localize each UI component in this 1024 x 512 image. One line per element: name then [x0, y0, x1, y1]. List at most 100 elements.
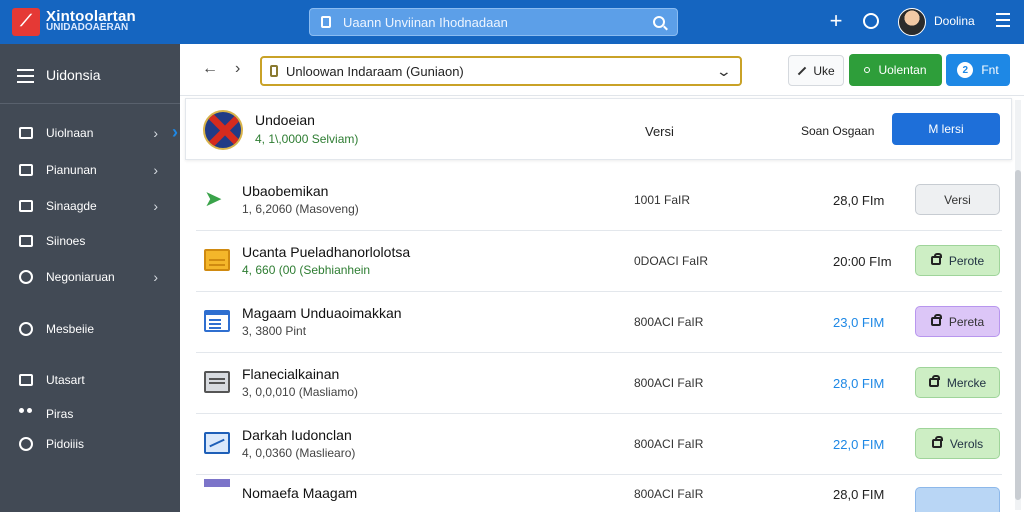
item-name: Ucanta Pueladhanorlolotsa — [242, 244, 411, 260]
scrollbar-thumb[interactable] — [1015, 170, 1021, 500]
card-icon — [19, 127, 33, 139]
item-price: 20:00 FIm — [833, 254, 892, 269]
sidebar-item-negoniaruan[interactable]: Negoniaruan › — [0, 263, 180, 291]
selected-item-header[interactable]: Undoeian 4, 1\,0000 Selviam) Versi Soan … — [185, 98, 1012, 160]
sidebar-item-label: Piras — [46, 407, 74, 421]
brand-subtitle: UNIDADOAERAN — [46, 22, 129, 33]
sidebar-item-label: Pianunan — [46, 163, 97, 177]
sidebar-title: Uidonsia — [46, 67, 101, 83]
list-item[interactable]: Magaam Unduaoimakkan 3, 3800 Pint 800ACI… — [196, 292, 1002, 353]
item-price: 22,0 FIM — [833, 437, 885, 452]
app-window: ⟋ Xintoolartan UNIDADOAERAN Uaann Unviin… — [0, 0, 1024, 512]
row-action-label: Versi — [944, 192, 971, 207]
sidebar-header: Uidonsia — [0, 44, 180, 104]
toolbar: ← › Unloowan Indaraam (Guniaon) ⌄ Uke Uo… — [180, 44, 1024, 96]
lock-icon — [321, 16, 331, 28]
search-bar[interactable]: Uaann Unviinan Ihodnadaan — [309, 8, 678, 36]
shop-icon — [19, 235, 33, 247]
chevron-right-icon: › — [153, 125, 158, 141]
item-sub: 1, 6,2060 (Masoveng) — [242, 202, 359, 216]
search-text[interactable]: Uaann Unviinan Ihodnadaan — [343, 15, 653, 30]
hamburger-icon[interactable] — [17, 69, 34, 87]
item-price: 28,0 FIM — [833, 376, 885, 391]
item-name: Nomaefa Maagam — [242, 485, 358, 501]
cash-icon — [204, 371, 230, 393]
globe-icon — [19, 270, 33, 284]
item-sub: 3, 3800 Pint — [242, 324, 307, 338]
version-label: Versi — [645, 124, 674, 139]
chevron-right-icon: › — [153, 198, 158, 214]
item-name: Darkah Iudonclan — [242, 427, 352, 443]
sidebar: Uidonsia Uiolnaan › Pianunan › Sinaagde … — [0, 44, 180, 512]
chevron-right-icon: › — [153, 269, 158, 285]
brand-title: Xintoolartan — [46, 8, 136, 25]
blue-action-button[interactable]: 2 Fnt — [946, 54, 1010, 86]
sidebar-item-label: Uiolnaan — [46, 126, 94, 140]
bag-icon — [930, 253, 942, 265]
sidebar-item-siinoes[interactable]: Siinoes — [0, 227, 180, 255]
clock-icon[interactable] — [863, 13, 879, 29]
storage-icon — [19, 200, 33, 212]
sidebar-item-pidoiiis[interactable]: Pidoiiis — [0, 430, 180, 458]
add-icon[interactable]: + — [826, 9, 846, 33]
chevron-down-icon[interactable]: ⌄ — [716, 63, 732, 80]
row-action-button[interactable]: Verols — [915, 428, 1000, 459]
list-item[interactable]: ➤ Ubaobemikan 1, 6,2060 (Masoveng) 1001 … — [196, 170, 1002, 231]
bag-icon — [928, 375, 940, 387]
sidebar-item-pianunan[interactable]: Pianunan › — [0, 156, 180, 184]
item-sub: 3, 0,0,010 (Masliamo) — [242, 385, 359, 399]
item-size: 800ACI FaIR — [634, 376, 704, 390]
item-size: 800ACI FaIR — [634, 487, 704, 501]
list-item[interactable]: Flanecialkainan 3, 0,0,010 (Masliamo) 80… — [196, 353, 1002, 414]
item-subtitle: 4, 1\,0000 Selviam) — [255, 132, 359, 146]
edit-button[interactable]: Uke — [788, 55, 844, 86]
row-action-button[interactable] — [915, 487, 1000, 512]
avatar[interactable] — [898, 8, 926, 36]
menu-icon[interactable] — [996, 13, 1010, 31]
sidebar-item-label: Negoniaruan — [46, 270, 115, 284]
brand-text: Xintoolartan UNIDADOAERAN — [46, 8, 136, 33]
row-action-button[interactable]: Pereta — [915, 306, 1000, 337]
tag-icon — [19, 374, 33, 386]
item-price: 28,0 FIm — [833, 193, 885, 208]
sidebar-item-sinaagde[interactable]: Sinaagde › — [0, 192, 180, 220]
item-sub: 4, 0,0360 (Masliearo) — [242, 446, 356, 460]
row-action-button[interactable]: Mercke — [915, 367, 1000, 398]
sidebar-item-mesbeiie[interactable]: Mesbeiie — [0, 315, 180, 343]
row-action-button[interactable]: Versi — [915, 184, 1000, 215]
folder-icon — [270, 65, 278, 77]
sidebar-item-piras[interactable]: Piras — [0, 400, 180, 428]
sidebar-item-label: Utasart — [46, 373, 85, 387]
item-name: Magaam Unduaoimakkan — [242, 305, 402, 321]
item-size: 800ACI FaIR — [634, 315, 704, 329]
list-item[interactable]: Darkah Iudonclan 4, 0,0360 (Masliearo) 8… — [196, 414, 1002, 475]
row-action-button[interactable]: Perote — [915, 245, 1000, 276]
item-price: 23,0 FIM — [833, 315, 885, 330]
bag-icon — [931, 436, 943, 448]
blue-button-label: Fnt — [981, 63, 999, 77]
chevron-right-icon: › — [153, 162, 158, 178]
forward-arrow-icon[interactable]: › — [235, 60, 240, 78]
green-button-label: Uolentan — [878, 63, 927, 77]
sidebar-item-uiolnaan[interactable]: Uiolnaan › — [0, 119, 180, 147]
item-size: 1001 FaIR — [634, 193, 691, 207]
search-icon[interactable] — [653, 16, 665, 28]
primary-green-button[interactable]: Uolentan — [849, 54, 942, 86]
pencil-icon — [798, 66, 807, 75]
item-sub: 4, 660 (00 (Sebhianhein — [242, 263, 371, 277]
doc-icon — [204, 479, 230, 487]
item-title: Undoeian — [255, 112, 315, 128]
back-arrow-icon[interactable]: ← — [202, 60, 218, 78]
list-item[interactable]: Ucanta Pueladhanorlolotsa 4, 660 (00 (Se… — [196, 231, 1002, 292]
vertical-scrollbar[interactable] — [1015, 100, 1021, 510]
item-name: Flanecialkainan — [242, 366, 340, 382]
arrow-icon: ➤ — [204, 186, 223, 211]
sidebar-item-utasart[interactable]: Utasart — [0, 366, 180, 394]
list-item[interactable]: Nomaefa Maagam 800ACI FaIR 28,0 FIM — [196, 475, 1002, 512]
brand[interactable]: ⟋ Xintoolartan UNIDADOAERAN — [12, 6, 182, 38]
version-button[interactable]: M lersi — [892, 113, 1000, 145]
location-select[interactable]: Unloowan Indaraam (Guniaon) ⌄ — [260, 56, 742, 86]
bag-icon — [930, 314, 942, 326]
sort-label[interactable]: Soan Osgaan — [801, 124, 874, 138]
user-name[interactable]: Doolina — [934, 14, 975, 28]
